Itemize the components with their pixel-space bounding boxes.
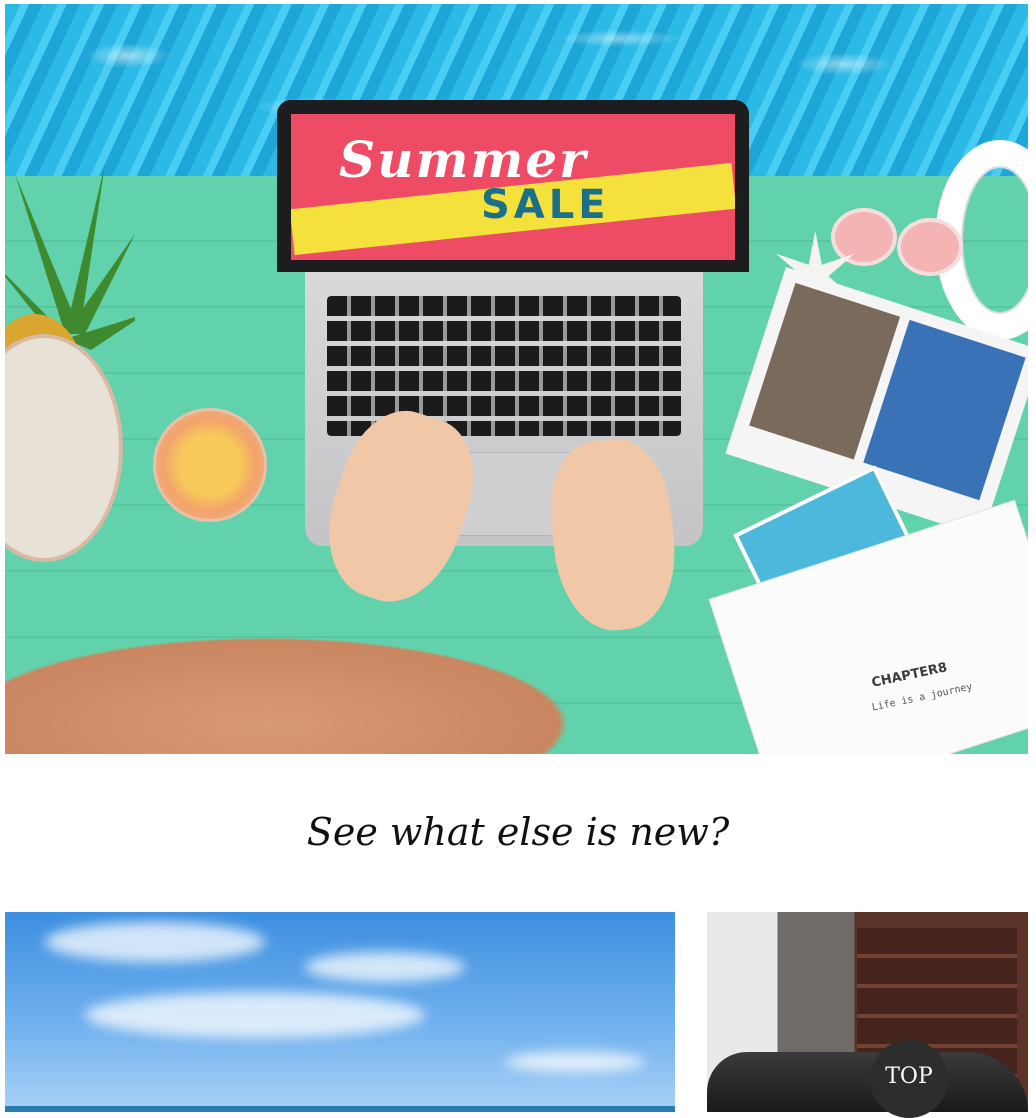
section-heading: See what else is new? bbox=[306, 810, 730, 854]
thumbnail-city[interactable] bbox=[707, 912, 1028, 1112]
back-to-top-label: TOP bbox=[885, 1063, 933, 1089]
laptop-screen: Summer SALE bbox=[277, 100, 749, 272]
drink-glass bbox=[153, 408, 267, 522]
thumbnail-beach[interactable] bbox=[5, 912, 675, 1112]
laptop-display: Summer SALE bbox=[291, 114, 735, 260]
sea-horizon bbox=[5, 1106, 675, 1112]
car bbox=[707, 1052, 1028, 1112]
sale-title: Summer bbox=[339, 130, 588, 189]
hero-image: ✶ CHAPTER8 Life is a journey Summer SALE bbox=[5, 4, 1028, 754]
keyboard bbox=[327, 296, 681, 436]
sale-subtitle: SALE bbox=[481, 182, 610, 228]
back-to-top-button[interactable]: TOP bbox=[870, 1040, 948, 1118]
